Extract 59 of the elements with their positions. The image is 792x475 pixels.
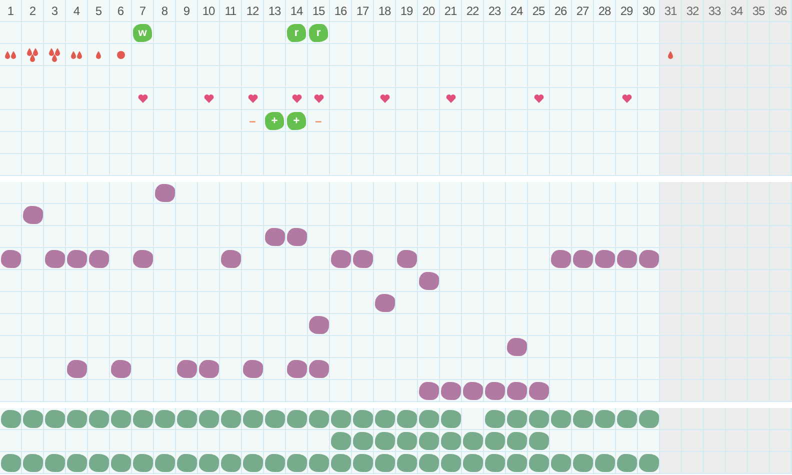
- letter-badge: w: [133, 24, 152, 42]
- day-label: 30: [638, 0, 660, 22]
- heart-icon: [314, 94, 324, 103]
- day-label: 10: [198, 0, 220, 22]
- day-label: 16: [330, 0, 352, 22]
- heart-icon: [204, 94, 214, 103]
- day-label: 6: [110, 0, 132, 22]
- day-label: 23: [484, 0, 506, 22]
- day-label: 13: [264, 0, 286, 22]
- day-label: 7: [132, 0, 154, 22]
- day-label: 21: [440, 0, 462, 22]
- heart-icon: [446, 94, 456, 103]
- drops-icon: [27, 48, 38, 62]
- day-label: 27: [572, 0, 594, 22]
- day-label: 22: [462, 0, 484, 22]
- day-label: 12: [242, 0, 264, 22]
- day-label: 29: [616, 0, 638, 22]
- day-label: 8: [154, 0, 176, 22]
- day-label: 36: [770, 0, 792, 22]
- drops-icon: [5, 50, 16, 58]
- day-label: 15: [308, 0, 330, 22]
- drop-icon: [668, 50, 673, 58]
- day-label: 18: [374, 0, 396, 22]
- letter-badge: +: [265, 112, 284, 130]
- heart-icon: [534, 94, 544, 103]
- heart-icon: [248, 94, 258, 103]
- day-label: 33: [704, 0, 726, 22]
- day-label: 19: [396, 0, 418, 22]
- sign-mark: –: [249, 114, 256, 126]
- day-label: 3: [44, 0, 66, 22]
- drops-icon: [49, 48, 60, 62]
- sign-mark: –: [315, 114, 322, 126]
- day-label: 5: [88, 0, 110, 22]
- day-label: 11: [220, 0, 242, 22]
- day-label: 25: [528, 0, 550, 22]
- day-label: 26: [550, 0, 572, 22]
- day-label: 35: [748, 0, 770, 22]
- heart-icon: [292, 94, 302, 103]
- day-label: 28: [594, 0, 616, 22]
- day-label: 24: [506, 0, 528, 22]
- letter-badge: r: [309, 24, 328, 42]
- heart-icon: [138, 94, 148, 103]
- day-label: 20: [418, 0, 440, 22]
- day-label: 9: [176, 0, 198, 22]
- day-label: 17: [352, 0, 374, 22]
- heart-icon: [622, 94, 632, 103]
- day-label: 32: [682, 0, 704, 22]
- day-label: 14: [286, 0, 308, 22]
- dot-icon: [116, 50, 124, 58]
- day-label: 34: [726, 0, 748, 22]
- letter-badge: r: [287, 24, 306, 42]
- letter-badge: +: [287, 112, 306, 130]
- drop-icon: [96, 50, 101, 58]
- day-label: 31: [660, 0, 682, 22]
- day-label: 4: [66, 0, 88, 22]
- heart-icon: [380, 94, 390, 103]
- day-label: 1: [0, 0, 22, 22]
- drops-icon: [71, 50, 82, 58]
- day-label: 2: [22, 0, 44, 22]
